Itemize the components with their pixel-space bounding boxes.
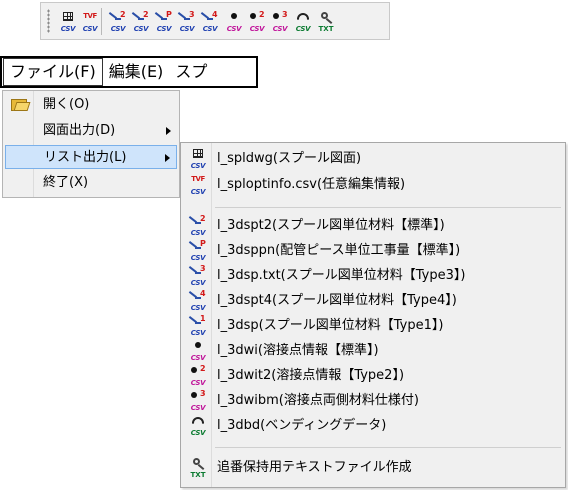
list-item-label: l_3dbd(ベンディングデータ) (217, 418, 387, 433)
list-item-label: l_3dwit2(溶接点情報【Type2】) (217, 368, 405, 383)
menu-spool[interactable]: スプ (169, 58, 213, 86)
spool-material-4-icon: 4 CSV (190, 289, 206, 312)
menu-item-open[interactable]: 開く(O) (5, 93, 177, 117)
list-item-sploptinfo[interactable]: TVF CSV l_sploptinfo.csv(任意編集情報) (183, 173, 563, 197)
menu-item-exit[interactable]: 終了(X) (5, 171, 177, 195)
list-item-label: 追番保持用テキストファイル作成 (217, 460, 412, 475)
csv-tvf-icon: TVF CSV (190, 175, 206, 196)
menu-item-drawing-output-label: 図面出力(D) (43, 123, 116, 138)
text-file-icon: TXT (187, 457, 209, 479)
spool-piece-p-icon: P CSV (190, 239, 206, 262)
list-item-text-file[interactable]: TXT 追番保持用テキストファイル作成 (183, 456, 563, 480)
weld-point-3-icon: 3 CSV (190, 389, 206, 412)
spool-material-3-icon: 3 CSV (190, 264, 206, 287)
menu-bar: ファイル(F) 編集(E) スプ (0, 56, 258, 88)
list-item-label: l_3dspt4(スプール図単位材料【Type4】) (217, 293, 457, 308)
list-item-3dsp[interactable]: 1 CSV l_3dsp(スプール図単位材料【Type1】) (183, 314, 563, 338)
csv-table-icon: CSV (187, 148, 209, 170)
list-output-submenu: CSV l_spldwg(スプール図面) TVF CSV l_sploptinfo… (180, 142, 566, 488)
list-item-3dwit2[interactable]: 2 CSV l_3dwit2(溶接点情報【Type2】) (183, 364, 563, 388)
menu-file[interactable]: ファイル(F) (3, 58, 103, 86)
menu-item-drawing-output[interactable]: 図面出力(D) (5, 119, 177, 143)
bending-icon: CSV (187, 415, 209, 437)
weld-point-2-icon[interactable]: 2 CSV (246, 10, 268, 35)
list-item-label: l_spldwg(スプール図面) (217, 151, 362, 166)
csv-table-icon[interactable]: CSV (57, 11, 79, 35)
toolbar-grip[interactable] (47, 9, 50, 33)
weld-point-2-icon: 2 CSV (190, 364, 206, 387)
list-item-3dsppn[interactable]: P CSV l_3dsppn(配管ピース単位工事量【標準】) (183, 239, 563, 263)
spool-material-1-icon: 1 CSV (190, 314, 206, 337)
weld-point-3-icon[interactable]: 3 CSV (269, 10, 291, 35)
weld-point-icon[interactable]: CSV (223, 11, 245, 35)
list-item-3dwi[interactable]: CSV l_3dwi(溶接点情報【標準】) (183, 339, 563, 363)
csv-tvf-icon[interactable]: TVF CSV (79, 11, 101, 35)
file-menu-dropdown: 開く(O) 図面出力(D) リスト出力(L) 終了(X) (2, 90, 180, 198)
list-item-spldwg[interactable]: CSV l_spldwg(スプール図面) (183, 147, 563, 171)
menu-item-exit-label: 終了(X) (43, 175, 89, 190)
list-output-toolbar: CSV TVF CSV 2 CSV 2 CSV P CSV 3 CSV 4 CSV CSV … (40, 2, 390, 40)
spool-material-4-icon[interactable]: 4 CSV (199, 10, 221, 35)
toolbar-separator (101, 8, 102, 35)
submenu-arrow-icon (165, 154, 170, 162)
list-item-3dspt4[interactable]: 4 CSV l_3dspt4(スプール図単位材料【Type4】) (183, 289, 563, 313)
spool-piece-p-icon[interactable]: P CSV (153, 10, 175, 35)
open-folder-icon (11, 97, 29, 111)
bending-icon[interactable]: CSV (292, 11, 314, 35)
spool-material-3-icon[interactable]: 3 CSV (176, 10, 198, 35)
menu-edit[interactable]: 編集(E) (103, 58, 170, 86)
spool-material-2b-icon[interactable]: 2 CSV (130, 10, 152, 35)
list-item-label: l_3dsp(スプール図単位材料【Type1】) (217, 318, 444, 333)
list-item-label: l_3dspt2(スプール図単位材料【標準】) (217, 218, 445, 233)
weld-point-icon: CSV (187, 340, 209, 362)
menu-item-list-output-label: リスト出力(L) (44, 150, 127, 165)
spool-material-2-icon: 2 CSV (190, 214, 206, 237)
list-item-label: l_3dsppn(配管ピース単位工事量【標準】) (217, 243, 461, 258)
list-item-label: l_3dsp.txt(スプール図単位材料【Type3】) (217, 268, 466, 283)
list-item-3dbd[interactable]: CSV l_3dbd(ベンディングデータ) (183, 414, 563, 438)
menu-separator (215, 207, 561, 208)
list-item-label: l_sploptinfo.csv(任意編集情報) (217, 177, 406, 192)
list-item-3dsp-txt[interactable]: 3 CSV l_3dsp.txt(スプール図単位材料【Type3】) (183, 264, 563, 288)
list-item-3dwibm[interactable]: 3 CSV l_3dwibm(溶接点両側材料仕様付) (183, 389, 563, 413)
list-item-label: l_3dwibm(溶接点両側材料仕様付) (217, 393, 419, 408)
list-item-label: l_3dwi(溶接点情報【標準】) (217, 343, 379, 358)
menu-item-open-label: 開く(O) (43, 97, 90, 112)
list-item-3dspt2[interactable]: 2 CSV l_3dspt2(スプール図単位材料【標準】) (183, 214, 563, 238)
submenu-arrow-icon (166, 127, 171, 135)
menu-item-list-output[interactable]: リスト出力(L) (5, 145, 177, 169)
spool-material-2-icon[interactable]: 2 CSV (107, 10, 129, 35)
menu-separator (215, 447, 561, 448)
text-file-icon[interactable]: TXT (315, 11, 337, 35)
